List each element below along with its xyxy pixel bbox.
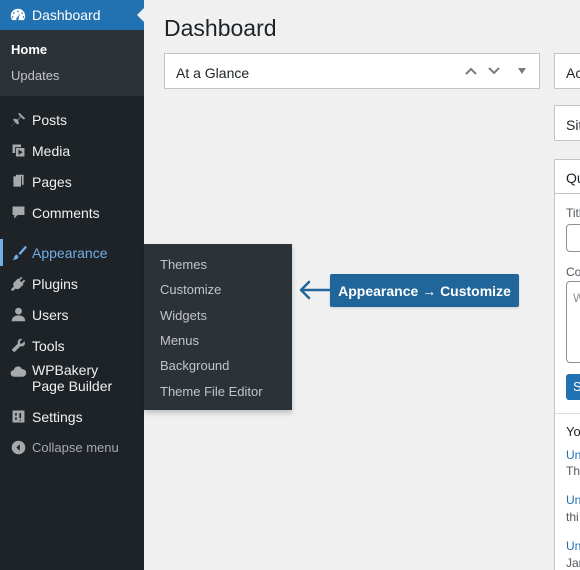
sidebar-item-label: WPBakery Page Builder [32, 362, 113, 394]
quick-draft-widget: Qu Title Co W S Yo Un Thi Un thi Un Jar [554, 159, 580, 570]
sidebar-item-label: Appearance [32, 244, 108, 261]
sidebar-item-label: Media [32, 142, 71, 159]
caret-down-icon [518, 68, 526, 74]
draft-content-textarea[interactable]: W [566, 281, 580, 363]
dashboard-submenu: Home Updates [0, 30, 144, 96]
comment-icon [8, 203, 28, 223]
pages-icon [8, 172, 28, 192]
content-placeholder: W [573, 291, 580, 305]
submenu-item-updates[interactable]: Updates [0, 62, 144, 88]
sidebar-item-label: Users [32, 306, 69, 323]
activity-widget: Ac [554, 53, 580, 89]
flyout-item-menus[interactable]: Menus [144, 328, 292, 353]
sidebar-item-label: Comments [32, 204, 100, 221]
flyout-item-themes[interactable]: Themes [144, 252, 292, 277]
menu-separator [0, 96, 144, 104]
menu-separator [0, 228, 144, 237]
widget-title: At a Glance [176, 65, 250, 81]
plug-icon [8, 274, 28, 294]
sliders-icon [8, 407, 28, 427]
cloud-icon [8, 362, 28, 382]
page-title: Dashboard [164, 15, 277, 41]
flyout-item-theme-file-editor[interactable]: Theme File Editor [144, 378, 292, 403]
move-down-button[interactable] [485, 62, 503, 80]
sidebar-item-label: Settings [32, 408, 83, 425]
wrench-icon [8, 336, 28, 356]
move-up-button[interactable] [462, 62, 480, 80]
sidebar-item-posts[interactable]: Posts [0, 104, 144, 135]
draft-excerpt: Thi [566, 464, 580, 478]
sidebar-item-appearance[interactable]: Appearance [0, 237, 144, 268]
chevron-up-icon [465, 67, 477, 75]
draft-excerpt: Jar [566, 556, 580, 570]
draft-link[interactable]: Un [566, 448, 580, 462]
collapse-menu-label: Collapse menu [32, 440, 119, 455]
user-icon [8, 305, 28, 325]
sidebar-item-settings[interactable]: Settings [0, 401, 144, 432]
title-label: Title [566, 206, 580, 220]
dashboard-icon [8, 5, 28, 25]
sidebar-item-label: Tools [32, 337, 65, 354]
draft-title-input[interactable] [566, 224, 580, 252]
widget-title: Sit [566, 117, 580, 133]
annotation-callout: Appearance → Customize [330, 274, 519, 307]
brush-icon [8, 243, 28, 263]
sidebar-item-tools[interactable]: Tools [0, 330, 144, 361]
sidebar-item-media[interactable]: Media [0, 135, 144, 166]
divider [555, 413, 580, 414]
sidebar-item-label: Pages [32, 173, 72, 190]
widget-title: Ac [566, 65, 580, 81]
draft-link[interactable]: Un [566, 493, 580, 507]
sidebar-item-label: Plugins [32, 275, 78, 292]
flyout-item-widgets[interactable]: Widgets [144, 303, 292, 328]
save-draft-button[interactable]: S [566, 374, 580, 400]
sidebar-item-plugins[interactable]: Plugins [0, 268, 144, 299]
sidebar-item-comments[interactable]: Comments [0, 197, 144, 228]
sidebar-item-pages[interactable]: Pages [0, 166, 144, 197]
draft-excerpt: thi [566, 510, 579, 524]
collapse-menu-button[interactable]: Collapse menu [0, 432, 144, 463]
draft-link[interactable]: Un [566, 539, 580, 553]
flyout-item-customize[interactable]: Customize [144, 277, 292, 302]
collapse-icon [8, 438, 28, 458]
sidebar-item-label: Dashboard [32, 7, 101, 23]
toggle-panel-button[interactable] [513, 62, 531, 80]
sidebar-item-dashboard[interactable]: Dashboard [0, 0, 144, 30]
widget-header: Qu [555, 160, 580, 194]
sidebar-item-users[interactable]: Users [0, 299, 144, 330]
widget-title: Qu [566, 170, 580, 186]
chevron-down-icon [488, 67, 500, 75]
site-health-widget: Sit [554, 105, 580, 141]
appearance-flyout-menu: Themes Customize Widgets Menus Backgroun… [144, 244, 292, 410]
media-icon [8, 141, 28, 161]
pin-icon [8, 110, 28, 130]
sidebar-item-wpbakery[interactable]: WPBakery Page Builder [0, 361, 144, 401]
arrow-left-icon [299, 280, 332, 300]
your-drafts-heading: Yo [566, 424, 580, 439]
content-label: Co [566, 265, 580, 279]
at-a-glance-widget: At a Glance [164, 53, 540, 89]
sidebar-item-label: Posts [32, 111, 68, 128]
submenu-item-home[interactable]: Home [0, 36, 144, 62]
admin-sidebar: Dashboard Home Updates Posts Media Pages… [0, 0, 144, 570]
flyout-item-background[interactable]: Background [144, 353, 292, 378]
